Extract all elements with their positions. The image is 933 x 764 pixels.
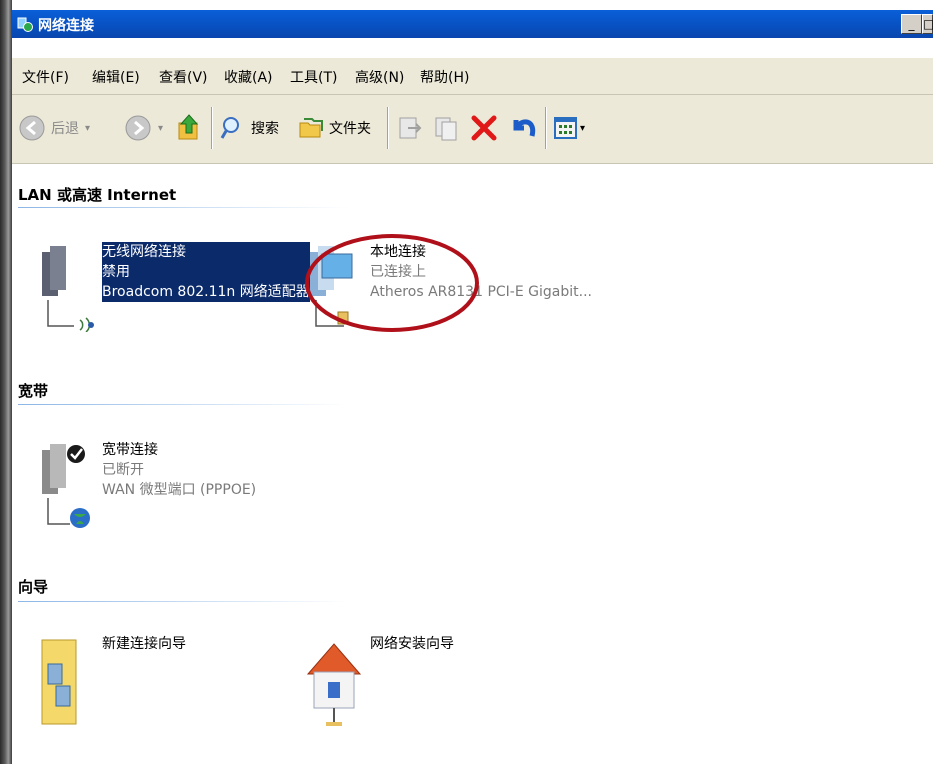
broadband-connection-text: 宽带连接 已断开 WAN 微型端口 (PPPOE) — [102, 440, 256, 500]
menu-file[interactable]: 文件(F) — [22, 67, 69, 87]
network-setup-wizard-item[interactable]: 网络安装向导 — [304, 634, 504, 734]
move-to-icon — [399, 117, 422, 139]
group-divider — [18, 601, 618, 602]
network-connections-icon — [17, 17, 33, 32]
undo-icon — [513, 119, 536, 137]
toolbar-separator — [211, 107, 213, 149]
wireless-connection-text: 无线网络连接 禁用 Broadcom 802.11n 网络适配器 — [102, 242, 310, 302]
screen-edge — [0, 0, 12, 764]
wireless-computer-icon — [42, 246, 94, 332]
views-grid-icon — [554, 117, 577, 139]
back-label: 后退 — [51, 121, 79, 137]
annotation-circle — [305, 234, 479, 332]
title-bar[interactable]: 网络连接 _ □ — [12, 10, 933, 38]
window-title: 网络连接 — [38, 18, 94, 34]
copy-to-button[interactable] — [432, 112, 460, 144]
wireless-status: 禁用 — [102, 262, 310, 282]
search-label: 搜索 — [251, 121, 279, 137]
views-button[interactable]: ▾ — [554, 112, 585, 144]
menu-edit[interactable]: 编辑(E) — [92, 67, 140, 87]
menu-view[interactable]: 查看(V) — [159, 67, 208, 87]
group-heading-broadband: 宽带 — [18, 382, 49, 400]
up-folder-icon — [178, 114, 199, 140]
menu-help[interactable]: 帮助(H) — [420, 67, 469, 87]
back-button[interactable]: 后退 ▾ — [18, 112, 90, 144]
delete-button[interactable] — [470, 112, 498, 144]
broadband-device: WAN 微型端口 (PPPOE) — [102, 482, 257, 498]
menu-tools[interactable]: 工具(T) — [290, 67, 337, 87]
toolbar-separator — [545, 107, 547, 149]
group-heading-lan: LAN 或高速 Internet — [18, 186, 177, 204]
wireless-device: Broadcom 802.11n 网络适配器 — [102, 282, 310, 302]
move-to-button[interactable] — [396, 112, 424, 144]
connections-list: LAN 或高速 Internet 无线网络连接 禁用 Broadcom 802.… — [12, 164, 933, 764]
forward-button[interactable]: ▾ — [124, 112, 163, 144]
search-button[interactable]: 搜索 — [220, 112, 279, 144]
toolbar-separator — [387, 107, 389, 149]
delete-x-icon — [471, 115, 497, 141]
up-folder-button[interactable] — [176, 112, 202, 144]
search-icon — [220, 117, 239, 139]
explorer-window: 网络连接 _ □ 文件(F) 编辑(E) 查看(V) 收藏(A) 工具(T) 高… — [12, 0, 933, 764]
views-dropdown-icon: ▾ — [580, 122, 586, 134]
back-arrow-icon — [19, 115, 45, 141]
group-divider — [18, 207, 618, 208]
folders-label: 文件夹 — [329, 121, 371, 137]
folders-button[interactable]: 文件夹 — [298, 112, 371, 144]
group-heading-wizard: 向导 — [18, 578, 49, 596]
copy-to-icon — [435, 117, 457, 141]
menu-advanced[interactable]: 高级(N) — [355, 67, 404, 87]
wireless-connection-item[interactable]: 无线网络连接 禁用 Broadcom 802.11n 网络适配器 — [36, 242, 310, 332]
menu-favorites[interactable]: 收藏(A) — [224, 67, 273, 87]
broadband-computer-icon — [42, 444, 90, 528]
wireless-name: 无线网络连接 — [102, 242, 310, 262]
network-setup-wizard-label: 网络安装向导 — [370, 636, 454, 652]
maximize-button[interactable]: □ — [922, 14, 933, 34]
forward-arrow-icon — [125, 115, 151, 141]
folders-icon — [299, 118, 323, 138]
minimize-button[interactable]: _ — [901, 14, 922, 34]
toolbar: 后退 ▾ ▾ 搜索 文件夹 ▾ — [12, 95, 933, 164]
group-divider — [18, 404, 618, 405]
network-setup-house-icon — [306, 643, 362, 726]
broadband-name: 宽带连接 — [102, 442, 158, 458]
broadband-status: 已断开 — [102, 462, 144, 478]
undo-button[interactable] — [508, 112, 538, 144]
forward-dropdown-icon[interactable]: ▾ — [158, 123, 163, 134]
menu-bar: 文件(F) 编辑(E) 查看(V) 收藏(A) 工具(T) 高级(N) 帮助(H… — [12, 58, 933, 95]
broadband-connection-item[interactable]: 宽带连接 已断开 WAN 微型端口 (PPPOE) — [36, 440, 304, 530]
new-connection-wizard-label: 新建连接向导 — [102, 636, 186, 652]
new-connection-wizard-item[interactable]: 新建连接向导 — [36, 634, 236, 734]
new-connection-wizard-icon — [41, 639, 77, 725]
back-dropdown-icon[interactable]: ▾ — [85, 123, 90, 134]
